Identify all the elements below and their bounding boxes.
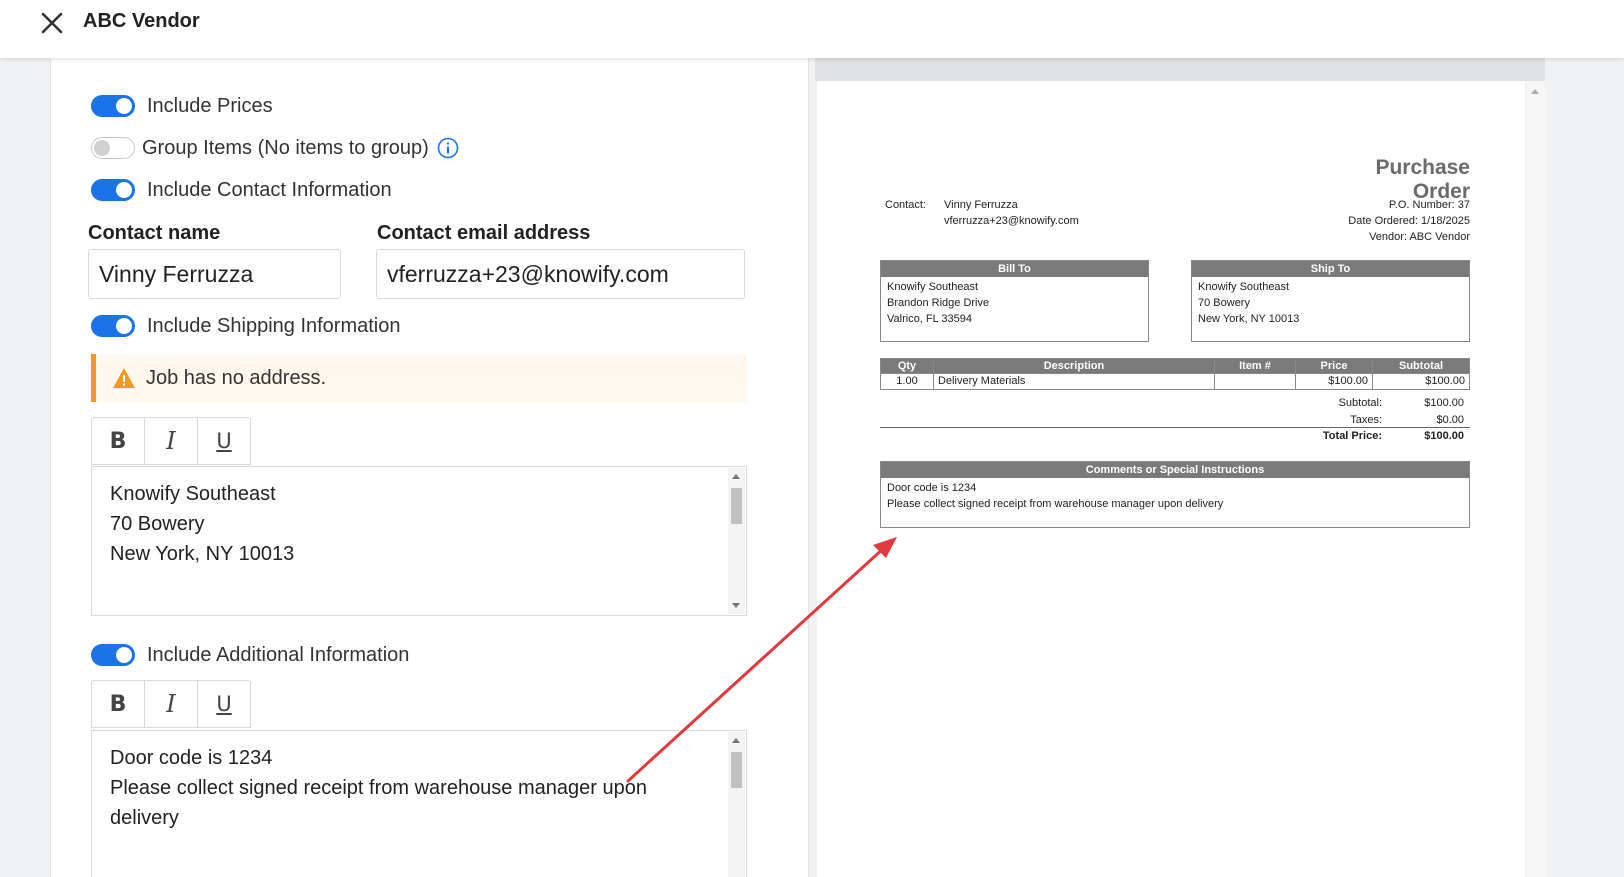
col-item-number: Item # [1214, 358, 1296, 374]
cell-item-number [1214, 373, 1296, 390]
scroll-thumb[interactable] [731, 488, 742, 524]
po-items-table: Qty Description Item # Price Subtotal 1.… [880, 358, 1470, 390]
additional-line: Please collect signed receipt from wareh… [110, 777, 647, 799]
cell-price: $100.00 [1295, 373, 1373, 390]
col-description: Description [933, 358, 1215, 374]
include-contact-toggle[interactable] [91, 179, 135, 201]
ship-to-line: 70 Bowery [1198, 297, 1250, 309]
po-date: Date Ordered: 1/18/2025 [1348, 215, 1470, 227]
comments-line: Door code is 1234 [887, 482, 977, 494]
shipping-line: 70 Bowery [110, 513, 205, 535]
shipping-format-toolbar: B I U [91, 417, 251, 465]
include-contact-label: Include Contact Information [147, 178, 392, 201]
additional-info-editor[interactable]: Door code is 1234 Please collect signed … [91, 730, 747, 877]
bill-to-line: Valrico, FL 33594 [887, 313, 972, 325]
contact-name-input[interactable] [88, 249, 341, 299]
close-icon[interactable] [38, 9, 66, 37]
italic-button[interactable]: I [145, 681, 198, 727]
no-address-alert: Job has no address. [91, 354, 747, 402]
bold-button[interactable]: B [92, 418, 145, 464]
ship-to-heading: Ship To [1192, 261, 1469, 277]
underline-button[interactable]: U [198, 681, 250, 727]
po-preview-area: Purchase Order Contact: Vinny Ferruzza v… [815, 58, 1545, 877]
info-icon[interactable] [437, 137, 459, 159]
include-shipping-toggle[interactable] [91, 315, 135, 337]
group-items-toggle[interactable] [91, 137, 135, 159]
top-bar: ABC Vendor [0, 0, 1624, 58]
po-vendor: Vendor: ABC Vendor [1369, 231, 1470, 243]
shipping-line: New York, NY 10013 [110, 543, 295, 565]
comments-heading: Comments or Special Instructions [881, 462, 1469, 478]
group-items-row: Group Items (No items to group) [91, 134, 459, 162]
po-meta: P.O. Number: 37 Date Ordered: 1/18/2025 … [1237, 197, 1470, 245]
ship-to-line: Knowify Southeast [1198, 281, 1290, 293]
shipping-line: Knowify Southeast [110, 483, 276, 505]
po-totals: Subtotal: $100.00 Taxes: $0.00 [1257, 395, 1470, 429]
preview-top-band [815, 58, 1545, 81]
bill-to-heading: Bill To [881, 261, 1148, 277]
editor-scrollbar[interactable] [728, 732, 745, 877]
po-contact-email: vferruzza+23@knowify.com [944, 215, 1079, 227]
scroll-down-icon[interactable] [732, 603, 740, 608]
po-number: P.O. Number: 37 [1388, 199, 1470, 211]
po-contact-label: Contact: [885, 199, 926, 211]
editor-scrollbar[interactable] [728, 468, 745, 614]
include-prices-label: Include Prices [147, 94, 273, 117]
include-prices-toggle[interactable] [91, 95, 135, 117]
po-total-price: Total Price: $100.00 [1257, 428, 1470, 445]
include-contact-row: Include Contact Information [91, 176, 392, 204]
ship-to-box: Ship To Knowify Southeast 70 Bowery New … [1191, 260, 1470, 342]
scroll-thumb[interactable] [731, 752, 742, 788]
col-qty: Qty [880, 358, 934, 374]
scroll-up-icon[interactable] [732, 738, 740, 743]
cell-subtotal: $100.00 [1372, 373, 1470, 390]
include-shipping-row: Include Shipping Information [91, 312, 401, 340]
col-price: Price [1295, 358, 1373, 374]
total-label: Total Price: [1322, 430, 1382, 442]
comments-box: Comments or Special Instructions Door co… [880, 461, 1470, 528]
bold-button[interactable]: B [92, 681, 145, 727]
cell-description: Delivery Materials [933, 373, 1215, 390]
underline-button[interactable]: U [198, 418, 250, 464]
col-subtotal: Subtotal [1372, 358, 1470, 374]
additional-line: delivery [110, 807, 179, 829]
bill-to-box: Bill To Knowify Southeast Brandon Ridge … [880, 260, 1149, 342]
page-title: ABC Vendor [83, 10, 200, 32]
additional-line: Door code is 1234 [110, 747, 273, 769]
subtotal-value: $100.00 [1424, 397, 1464, 409]
subtotal-label: Subtotal: [1338, 397, 1382, 409]
additional-format-toolbar: B I U [91, 680, 251, 728]
include-additional-label: Include Additional Information [147, 643, 410, 666]
italic-button[interactable]: I [145, 418, 198, 464]
include-shipping-label: Include Shipping Information [147, 314, 401, 337]
contact-name-label: Contact name [88, 222, 221, 244]
shipping-address-editor[interactable]: Knowify Southeast 70 Bowery New York, NY… [91, 466, 747, 616]
include-additional-toggle[interactable] [91, 644, 135, 666]
scroll-up-icon[interactable] [732, 474, 740, 479]
cell-qty: 1.00 [880, 373, 934, 390]
ship-to-line: New York, NY 10013 [1198, 313, 1300, 325]
warning-icon [113, 368, 135, 388]
scroll-up-icon[interactable] [1531, 89, 1539, 94]
total-value: $100.00 [1424, 430, 1464, 442]
alert-text: Job has no address. [146, 366, 327, 389]
preview-scrollbar[interactable] [1526, 81, 1545, 877]
table-row: 1.00 Delivery Materials $100.00 $100.00 [880, 373, 1470, 390]
contact-email-input[interactable] [376, 249, 745, 299]
po-contact-block: Vinny Ferruzza vferruzza+23@knowify.com [944, 197, 1079, 229]
settings-panel: Include Prices Group Items (No items to … [50, 58, 809, 877]
bill-to-line: Knowify Southeast [887, 281, 979, 293]
group-items-label: Group Items (No items to group) [142, 136, 429, 159]
contact-email-label: Contact email address [377, 222, 591, 244]
po-preview-page: Purchase Order Contact: Vinny Ferruzza v… [817, 81, 1525, 877]
po-contact-name: Vinny Ferruzza [944, 199, 1018, 211]
include-additional-row: Include Additional Information [91, 641, 409, 669]
comments-line: Please collect signed receipt from wareh… [887, 498, 1224, 510]
include-prices-row: Include Prices [91, 92, 273, 120]
bill-to-line: Brandon Ridge Drive [887, 297, 990, 309]
